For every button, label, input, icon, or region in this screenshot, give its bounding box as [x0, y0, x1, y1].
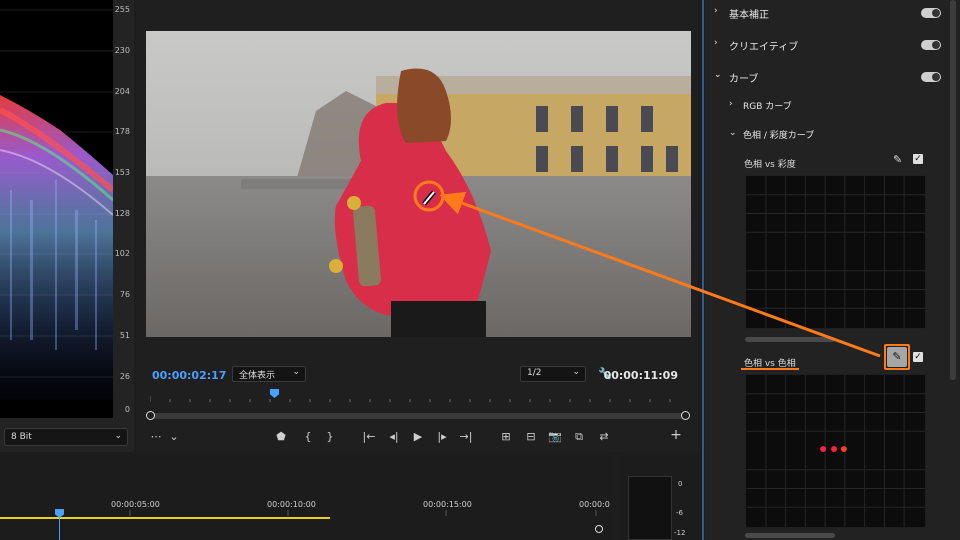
lumetri-scrollbar[interactable] [950, 0, 956, 380]
meter-bars [628, 476, 672, 540]
section-creative[interactable]: › クリエイティブ [705, 38, 950, 53]
scope-waveform [0, 9, 113, 400]
section-basic-correction[interactable]: › 基本補正 [705, 6, 950, 21]
hue-vs-sat-checkbox[interactable]: ✓ [913, 154, 923, 164]
timeline-time-label: 00:00:10:00 [267, 500, 316, 509]
bit-depth-value: 8 Bit [11, 432, 32, 442]
section-toggle[interactable] [921, 40, 941, 50]
scope-tick: 26 [119, 372, 130, 381]
out-point-handle[interactable] [681, 411, 690, 420]
mark-in-icon[interactable]: { [300, 430, 316, 443]
section-label: 基本補正 [729, 10, 769, 21]
parade-scope [0, 0, 113, 418]
work-area-bar[interactable] [0, 517, 330, 519]
scope-tick: 102 [114, 249, 130, 258]
scope-tick: 51 [119, 331, 130, 340]
resolution-select[interactable]: 1/2 ⌄ [520, 366, 586, 382]
add-marker-icon[interactable]: ⬟ [273, 430, 289, 443]
meter-tick: -6 [676, 509, 683, 517]
hue-vs-sat-graph[interactable] [745, 175, 926, 329]
meter-tick: -12 [674, 529, 686, 537]
bit-depth-select[interactable]: 8 Bit ⌄ [4, 428, 128, 446]
chevron-down-icon: ⌄ [572, 367, 580, 377]
hue-vs-sat-label: 色相 vs 彩度 [744, 160, 796, 170]
current-timecode[interactable]: 00:00:02:17 [152, 369, 226, 382]
rgb-curve-subsection[interactable]: › RGB カーブ [705, 99, 950, 113]
hue-vs-hue-label: 色相 vs 色相 [744, 359, 796, 369]
scope-tick: 255 [114, 5, 130, 14]
zoom-handle[interactable] [595, 525, 603, 533]
chevron-right-icon: › [714, 38, 718, 48]
scope-tick: 0 [124, 405, 130, 414]
meter-tick: 0 [678, 480, 683, 488]
program-monitor: 00:00:02:17 全体表示 ⌄ 1/2 ⌄ 🔧 00:00:11:09 ⋯… [136, 0, 698, 452]
section-curves[interactable]: ⌄ カーブ [705, 70, 950, 85]
zoom-value: 全体表示 [239, 371, 276, 381]
extract-icon[interactable]: ⊟ [523, 430, 539, 443]
section-label: クリエイティブ [729, 42, 799, 53]
chevron-right-icon: › [729, 99, 733, 109]
chevron-down-icon: ⌄ [292, 367, 300, 377]
subsection-label: 色相 / 彩度カーブ [743, 131, 815, 141]
hue-sat-curves-subsection[interactable]: ⌄ 色相 / 彩度カーブ [705, 128, 950, 142]
scope-tick: 204 [114, 87, 130, 96]
section-label: カーブ [729, 74, 759, 85]
go-to-in-icon[interactable]: |← [361, 430, 377, 443]
chevron-down-icon: ⌄ [729, 128, 737, 138]
audio-meter: 0 -6 -12 [620, 454, 702, 540]
toggle-proxy-icon[interactable]: ⇄ [596, 430, 612, 443]
chevron-right-icon: › [714, 6, 718, 16]
mark-out-icon[interactable]: } [322, 430, 338, 443]
timeline-time-label: 00:00:0 [579, 500, 610, 509]
curve-control-point[interactable] [840, 446, 847, 452]
scope-tick: 76 [119, 290, 130, 299]
zoom-select[interactable]: 全体表示 ⌄ [232, 366, 306, 382]
scopes-panel: 255 230 204 178 153 128 102 76 51 26 0 8… [0, 0, 134, 452]
go-to-out-icon[interactable]: →| [458, 430, 474, 443]
video-frame[interactable] [146, 31, 691, 337]
eyedropper-icon[interactable]: ✎ [893, 153, 902, 166]
video-image [146, 31, 691, 337]
camera-icon[interactable]: 📷 [547, 430, 563, 443]
curve-control-point[interactable] [831, 446, 837, 452]
chevron-down-icon: ⌄ [714, 70, 722, 80]
play-icon[interactable]: ▶ [410, 430, 426, 443]
eyedropper-icon[interactable]: ✎ [887, 347, 907, 367]
lumetri-color-panel: › 基本補正 › クリエイティブ ⌄ カーブ › RGB カーブ ⌄ 色相 / … [705, 0, 960, 540]
scope-tick: 178 [114, 127, 130, 136]
hue-vs-sat-scrollbar[interactable] [745, 337, 835, 342]
chevron-down-icon[interactable]: ⌄ [166, 430, 182, 443]
compare-icon[interactable]: ⧉ [571, 430, 587, 444]
hue-vs-hue-graph[interactable] [745, 374, 926, 528]
timeline-panel: 00:00:05:00 00:00:10:00 00:00:15:00 00:0… [0, 454, 612, 540]
playhead-line [59, 518, 60, 540]
scope-tick: 230 [114, 46, 130, 55]
add-button-icon[interactable]: + [668, 427, 684, 443]
section-toggle[interactable] [921, 72, 941, 82]
hue-vs-hue-checkbox[interactable]: ✓ [913, 352, 923, 362]
curve-control-point[interactable] [820, 446, 827, 452]
scope-tick: 128 [114, 209, 130, 218]
duration-timecode: 00:00:11:09 [603, 369, 678, 382]
scope-tick: 153 [114, 168, 130, 177]
time-ruler[interactable] [150, 390, 690, 404]
lift-icon[interactable]: ⊞ [498, 430, 514, 443]
timeline-time-label: 00:00:05:00 [111, 500, 160, 509]
grid-icon[interactable]: ⋯ [148, 430, 164, 443]
resolution-value: 1/2 [527, 368, 542, 378]
scrub-bar[interactable] [146, 411, 690, 420]
chevron-down-icon: ⌄ [114, 431, 122, 441]
step-back-icon[interactable]: ◂| [386, 430, 402, 443]
subsection-label: RGB カーブ [743, 102, 792, 112]
timeline-time-label: 00:00:15:00 [423, 500, 472, 509]
panel-focus-border [702, 0, 704, 540]
step-forward-icon[interactable]: |▸ [434, 430, 450, 443]
in-point-handle[interactable] [146, 411, 155, 420]
scope-scale: 255 230 204 178 153 128 102 76 51 26 0 [114, 0, 134, 418]
hue-vs-hue-scrollbar[interactable] [745, 533, 835, 538]
section-toggle[interactable] [921, 8, 941, 18]
